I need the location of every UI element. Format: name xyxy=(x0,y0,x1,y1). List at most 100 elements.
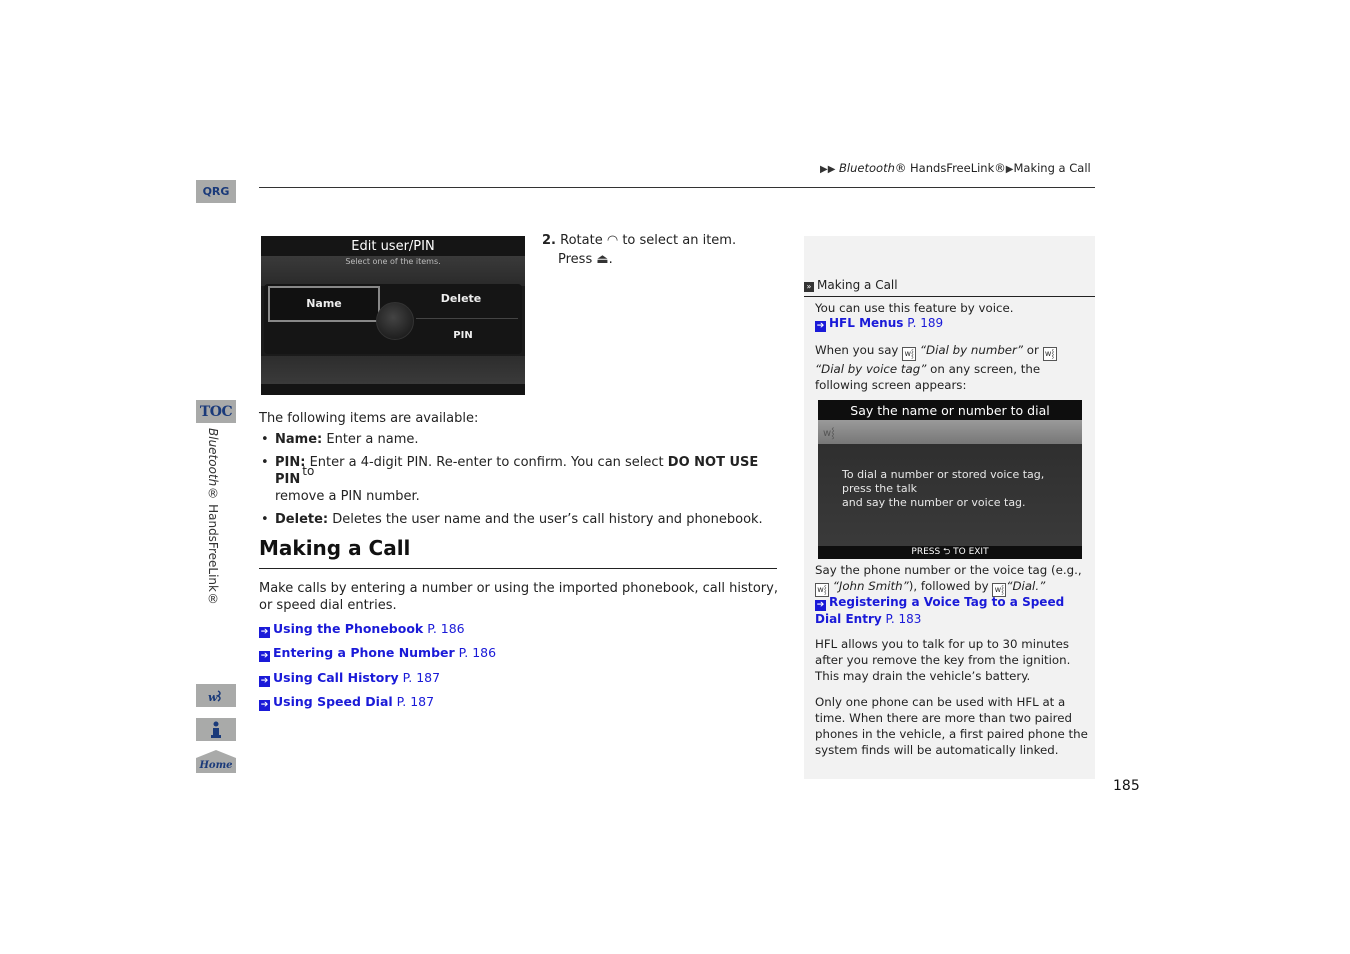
step-number: 2. xyxy=(542,233,556,248)
screen-message: To dial a number or stored voice tag, pr… xyxy=(842,468,1045,509)
link-page: P. 187 xyxy=(402,670,441,685)
link-entering-phone-number[interactable]: ➔ Entering a Phone Number P. 186 xyxy=(259,645,496,662)
link-page: P. 189 xyxy=(907,316,944,330)
text: ), followed by xyxy=(908,579,989,593)
link-label: Registering a Voice Tag to a Speed Dial … xyxy=(815,595,1065,626)
link-arrow-icon: ➔ xyxy=(815,321,826,332)
voice-command-text: “John Smith” xyxy=(832,579,909,593)
link-using-call-history[interactable]: ➔ Using Call History P. 187 xyxy=(259,670,440,687)
link-page: P. 186 xyxy=(458,645,497,660)
link-label: Using Call History xyxy=(273,670,399,685)
section-tab-label[interactable]: Bluetooth® HandsFreeLink® xyxy=(206,428,220,606)
voice-command-text: “Dial by number” xyxy=(919,343,1024,357)
list-item: Delete: Deletes the user name and the us… xyxy=(259,511,779,528)
home-icon: Home xyxy=(196,750,236,773)
screen-title: Say the name or number to dial xyxy=(818,400,1082,420)
link-arrow-icon: ➔ xyxy=(259,651,270,662)
menu-item-delete: Delete xyxy=(440,292,482,305)
items-list: Name: Enter a name. PIN: Enter a 4-digit… xyxy=(259,431,779,534)
item-label: Name: xyxy=(275,432,323,447)
item-text: Enter a 4-digit PIN. Re-enter to confirm… xyxy=(309,455,664,470)
svg-text:Home: Home xyxy=(198,760,232,771)
link-arrow-icon: ➔ xyxy=(259,627,270,638)
screen-bottom xyxy=(261,384,525,395)
press-dial-icon: ⏏ xyxy=(596,252,609,267)
voice-command-icon: w xyxy=(208,689,221,704)
items-intro: The following items are available: xyxy=(259,411,479,426)
panel-text: When you say w⸾ “Dial by number” or w⸾ “… xyxy=(815,342,1087,393)
panel-text: HFL allows you to talk for up to 30 minu… xyxy=(815,637,1071,683)
panel-text: Only one phone can be used with HFL at a… xyxy=(815,695,1088,757)
home-tab[interactable]: Home xyxy=(196,750,236,773)
voice-command-icon: w⸾ xyxy=(902,347,917,361)
link-page: P. 186 xyxy=(427,621,465,636)
section-tab-italic: Bluetooth xyxy=(206,428,220,487)
breadcrumb-arrow-icon: ▶▶ xyxy=(820,164,836,175)
panel-heading-text: Making a Call xyxy=(817,278,898,292)
rotate-dial-icon: ◠ xyxy=(606,233,619,248)
item-text: Deletes the user name and the user’s cal… xyxy=(332,512,763,527)
svg-text:w: w xyxy=(208,691,218,704)
link-arrow-icon: ➔ xyxy=(815,600,826,611)
voice-command-text: “Dial.” xyxy=(1006,579,1046,593)
screen-subtitle: Select one of the items. xyxy=(261,256,525,286)
item-label: PIN: xyxy=(275,455,306,470)
note-icon: » xyxy=(804,282,814,292)
heading-divider xyxy=(259,568,777,569)
link-label: Using Speed Dial xyxy=(273,694,393,709)
panel-text: You can use this feature by voice. xyxy=(815,301,1014,315)
step-text: Press xyxy=(558,252,593,267)
list-item: PIN: Enter a 4-digit PIN. Re-enter to co… xyxy=(259,454,779,505)
voice-dial-screenshot: Say the name or number to dial w⸾ To dia… xyxy=(818,400,1082,559)
section-tab-rest: ® HandsFreeLink® xyxy=(206,486,220,606)
menu-divider xyxy=(416,318,518,319)
interface-dial-icon xyxy=(376,302,414,340)
step-text: to select an item. xyxy=(622,233,737,248)
link-label: Entering a Phone Number xyxy=(273,645,455,660)
menu-item-pin: PIN xyxy=(453,330,473,341)
item-text: remove a PIN number. xyxy=(275,489,420,504)
section-heading: Making a Call xyxy=(259,536,411,560)
voice-command-text: “Dial by voice tag” xyxy=(815,362,927,376)
text: When you say xyxy=(815,343,899,357)
edit-user-pin-screenshot: Edit user/PIN Select one of the items. N… xyxy=(261,236,525,395)
link-arrow-icon: ➔ xyxy=(259,676,270,687)
link-using-phonebook[interactable]: ➔ Using the Phonebook P. 186 xyxy=(259,621,465,638)
item-text: to xyxy=(302,464,315,478)
link-arrow-icon: ➔ xyxy=(259,700,270,711)
qrg-tab[interactable]: QRG xyxy=(196,180,236,203)
step-2: 2. Rotate ◠ to select an item. Press ⏏. xyxy=(542,231,736,269)
screen-bar xyxy=(261,356,525,384)
item-label: Delete: xyxy=(275,512,329,527)
breadcrumb-part1[interactable]: ® HandsFreeLink® xyxy=(895,161,1006,175)
header-divider xyxy=(259,187,1095,188)
link-hfl-menus[interactable]: ➔ HFL Menus P. 189 xyxy=(815,316,943,332)
link-label: Using the Phonebook xyxy=(273,621,424,636)
panel-heading: » Making a Call xyxy=(804,278,898,292)
link-label: HFL Menus xyxy=(829,316,904,330)
breadcrumb: ▶▶ Bluetooth® HandsFreeLink®▶Making a Ca… xyxy=(820,161,1091,175)
info-icon xyxy=(211,721,221,738)
breadcrumb-part2: Making a Call xyxy=(1013,161,1091,175)
link-page: P. 183 xyxy=(885,612,922,626)
link-page: P. 187 xyxy=(396,694,435,709)
page-number: 185 xyxy=(1113,778,1140,794)
menu-item-name: Name xyxy=(268,286,380,322)
info-tab[interactable] xyxy=(196,718,236,741)
voice-bar: w⸾ xyxy=(818,420,1082,444)
screen-footer: PRESS ⮌ TO EXIT xyxy=(818,546,1082,559)
text: Say the phone number or the voice tag (e… xyxy=(815,563,1082,577)
breadcrumb-part1-italic[interactable]: Bluetooth xyxy=(839,161,895,175)
panel-divider xyxy=(804,296,1095,297)
section-intro: Make calls by entering a number or using… xyxy=(259,581,778,613)
toc-tab[interactable]: TOC xyxy=(196,400,236,423)
link-registering-voice-tag[interactable]: ➔ Registering a Voice Tag to a Speed Dial… xyxy=(815,594,1090,627)
screen-title: Edit user/PIN xyxy=(261,236,525,256)
voice-command-icon: w⸾ xyxy=(1042,347,1057,361)
link-using-speed-dial[interactable]: ➔ Using Speed Dial P. 187 xyxy=(259,694,434,711)
voice-command-tab[interactable]: w xyxy=(196,684,236,707)
text: or xyxy=(1026,343,1039,357)
panel-text: Say the phone number or the voice tag (e… xyxy=(815,562,1090,597)
voice-command-icon: w⸾ xyxy=(823,428,835,439)
step-text: Rotate xyxy=(560,233,603,248)
